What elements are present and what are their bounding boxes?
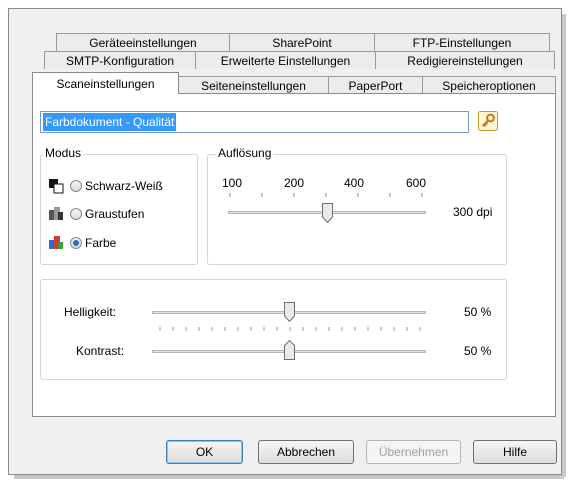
- tab-paperport[interactable]: PaperPort: [328, 76, 423, 94]
- resolution-slider-thumb[interactable]: [322, 203, 333, 224]
- resolution-tick-label: 400: [344, 176, 365, 190]
- mode-option-color[interactable]: Farbe: [48, 234, 116, 252]
- tab-smtp-konfiguration[interactable]: SMTP-Konfiguration: [44, 51, 196, 69]
- tab-geraeteeinstellungen[interactable]: Geräteeinstellungen: [56, 33, 230, 51]
- resolution-tick-label: 200: [284, 176, 305, 190]
- tab-scaneinstellungen[interactable]: Scaneinstellungen: [32, 72, 179, 94]
- tab-erweiterte-einstellungen[interactable]: Erweiterte Einstellungen: [195, 51, 376, 69]
- resolution-value: 300 dpi: [453, 205, 493, 219]
- resolution-tickmarks: [229, 193, 423, 197]
- ok-button[interactable]: OK: [166, 440, 243, 464]
- contrast-value: 50 %: [464, 344, 492, 358]
- brightness-value: 50 %: [464, 305, 492, 319]
- tab-seiteneinstellungen[interactable]: Seiteneinstellungen: [178, 76, 329, 94]
- grayscale-mode-icon: [48, 206, 64, 222]
- bw-mode-icon: [48, 178, 64, 194]
- mode-label-bw: Schwarz-Weiß: [85, 179, 163, 193]
- mode-label-color: Farbe: [85, 236, 117, 250]
- dialog-shadow-bottom: [14, 475, 564, 479]
- contrast-slider-thumb[interactable]: [284, 339, 295, 360]
- tab-speicheroptionen[interactable]: Speicheroptionen: [422, 76, 556, 94]
- preset-field-value: Farbdokument - Qualität: [43, 113, 177, 131]
- help-button[interactable]: Hilfe: [473, 440, 557, 464]
- key-icon[interactable]: [478, 111, 498, 131]
- modus-group-title: Modus: [43, 146, 84, 160]
- mode-option-grayscale[interactable]: Graustufen: [48, 205, 144, 223]
- tab-redigiereinstellungen[interactable]: Redigiereinstellungen: [375, 51, 555, 69]
- apply-button[interactable]: Übernehmen: [366, 440, 461, 464]
- tab-ftp-einstellungen[interactable]: FTP-Einstellungen: [374, 33, 550, 51]
- brightness-slider-thumb[interactable]: [284, 302, 295, 323]
- color-mode-icon: [48, 235, 64, 251]
- mode-label-grayscale: Graustufen: [85, 207, 145, 221]
- brightness-label: Helligkeit:: [64, 305, 117, 319]
- resolution-tick-label: 600: [406, 176, 427, 190]
- mode-option-bw[interactable]: Schwarz-Weiß: [48, 177, 163, 195]
- adjustment-tickmarks: [159, 327, 421, 331]
- dialog-shadow-right: [562, 14, 566, 477]
- radio-grayscale[interactable]: [70, 208, 82, 220]
- cancel-button[interactable]: Abbrechen: [258, 440, 354, 464]
- radio-bw[interactable]: [70, 180, 82, 192]
- resolution-tick-label: 100: [222, 176, 243, 190]
- radio-color[interactable]: [70, 237, 82, 249]
- resolution-group-title: Auflösung: [216, 146, 274, 160]
- contrast-label: Kontrast:: [76, 344, 125, 358]
- preset-field[interactable]: Farbdokument - Qualität: [40, 111, 469, 133]
- tab-sharepoint[interactable]: SharePoint: [229, 33, 375, 51]
